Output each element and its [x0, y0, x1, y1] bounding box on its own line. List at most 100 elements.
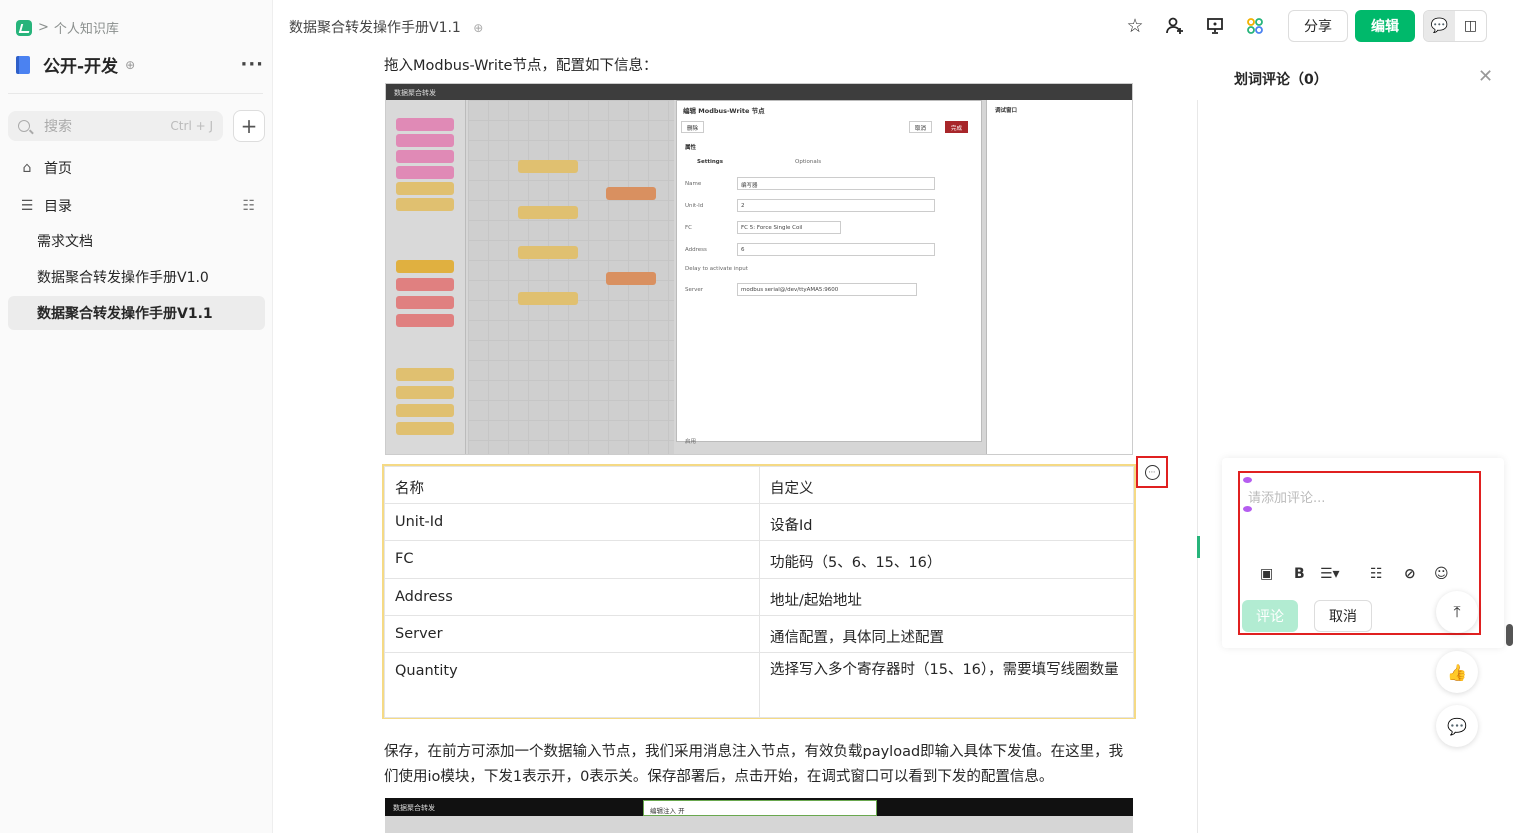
doc-item[interactable]: 数据聚合转发操作手册V1.0	[8, 260, 265, 294]
book-header: 公开-开发 ⊕ ···	[16, 52, 264, 77]
screenshot-debug-panel: 调试窗口	[986, 100, 1132, 454]
sidebar-item-home[interactable]: ⌂ 首页	[8, 151, 265, 185]
add-user-icon[interactable]	[1163, 14, 1187, 38]
ordered-list-icon[interactable]: ☰▾	[1320, 566, 1340, 582]
present-svg	[1207, 18, 1223, 34]
inline-comment-button[interactable]: ⋯	[1136, 456, 1168, 488]
table-cell[interactable]: 设备Id	[759, 503, 1134, 541]
comment-icon[interactable]: 💬	[1436, 705, 1478, 747]
submit-comment-button[interactable]: 评论	[1242, 600, 1298, 632]
intro-paragraph: 拖入Modbus-Write节点，配置如下信息：	[384, 58, 658, 74]
cursor-marker-icon	[1243, 506, 1252, 512]
dialog-cancel-button: 取消	[909, 121, 933, 133]
palette-node	[396, 368, 454, 381]
palette-node	[396, 118, 454, 131]
sidebar-item-toc[interactable]: ☰ 目录 ☷	[8, 189, 265, 223]
palette-node	[396, 404, 454, 417]
app-logo-icon	[16, 19, 32, 36]
add-user-svg	[1166, 17, 1183, 34]
like-icon[interactable]: 👍	[1436, 651, 1478, 693]
edit-button[interactable]: 编辑	[1355, 10, 1415, 42]
field-value: modbus serial@/dev/ttyAMA5:9600	[737, 283, 917, 296]
comment-anchor-marker	[1197, 536, 1200, 558]
emoji-icon[interactable]: ☺	[1434, 566, 1449, 582]
table-cell[interactable]: 名称	[384, 466, 760, 504]
comment-toggle-icon[interactable]: 💬	[1424, 11, 1455, 41]
layout-toggle-icon[interactable]: ◫	[1455, 11, 1486, 41]
public-globe-icon: ⊕	[473, 21, 484, 35]
comment-input[interactable]: 请添加评论...	[1248, 487, 1325, 506]
field-value: 6	[737, 243, 935, 256]
palette-node	[396, 386, 454, 399]
table-row: FC 功能码（5、6、15、16）	[384, 540, 1134, 579]
table-cell[interactable]: FC	[384, 540, 760, 579]
flow-node	[518, 246, 578, 259]
table-row: Server 通信配置，具体同上述配置	[384, 615, 1134, 653]
scrollbar-thumb[interactable]	[1506, 624, 1513, 646]
comment-panel-title: 划词评论（0）	[1234, 72, 1328, 88]
cancel-comment-button[interactable]: 取消	[1314, 600, 1372, 632]
book-more-button[interactable]: ···	[240, 54, 264, 75]
book-icon	[16, 55, 30, 74]
bold-icon[interactable]: B	[1294, 566, 1305, 582]
dialog-enabled-toggle: 启用	[685, 439, 697, 445]
sidebar-divider	[8, 93, 263, 94]
search-icon	[18, 120, 30, 132]
field-value: 2	[737, 199, 935, 212]
table-cell[interactable]: Address	[384, 578, 760, 616]
search-input[interactable]: 搜索 Ctrl + J	[8, 111, 223, 141]
doc-item-active[interactable]: 数据聚合转发操作手册V1.1	[8, 296, 265, 330]
dialog-props-label: 属性	[685, 145, 697, 151]
public-globe-icon: ⊕	[125, 57, 136, 72]
table-cell[interactable]: Server	[384, 615, 760, 653]
dialog-tab-optionals: Optionals	[795, 159, 822, 165]
apps-icon[interactable]	[1243, 14, 1267, 38]
toc-settings-icon[interactable]: ☷	[242, 198, 255, 214]
screenshot-window-title: 数据聚合转发	[386, 84, 1132, 100]
breadcrumb-label[interactable]: 个人知识库	[54, 18, 119, 37]
toc-icon: ☰	[20, 198, 34, 214]
palette-node	[396, 198, 454, 211]
flow-node	[518, 206, 578, 219]
config-table-highlight: 名称 自定义 Unit-Id 设备Id FC 功能码（5、6、15、16） Ad…	[382, 464, 1136, 719]
doc-content: 拖入Modbus-Write节点，配置如下信息： 数据聚合转发 编辑 Modbu…	[273, 52, 1200, 833]
palette-node	[396, 182, 454, 195]
book-title[interactable]: 公开-开发	[43, 52, 118, 77]
table-cell[interactable]: 选择写入多个寄存器时（15、16），需要填写线圈数量	[759, 652, 1134, 718]
palette-node	[396, 314, 454, 327]
field-value: 编写器	[737, 177, 935, 190]
present-icon[interactable]	[1203, 14, 1227, 38]
star-icon[interactable]: ☆	[1123, 14, 1147, 38]
share-button[interactable]: 分享	[1288, 10, 1348, 42]
screenshot-flow-canvas	[468, 100, 674, 454]
screenshot-annotation: 编辑注入 开	[643, 800, 877, 816]
image-icon[interactable]: ▣	[1260, 566, 1273, 582]
palette-node	[396, 422, 454, 435]
flow-node	[518, 160, 578, 173]
embedded-screenshot-2: 数据聚合转发 编辑注入 开	[385, 798, 1133, 833]
back-to-top-icon[interactable]: ⤒	[1436, 591, 1478, 633]
table-cell[interactable]: 通信配置，具体同上述配置	[759, 615, 1134, 653]
doc-item[interactable]: 需求文档	[8, 224, 265, 258]
breadcrumb-separator: >	[38, 20, 49, 35]
table-row: Unit-Id 设备Id	[384, 503, 1134, 541]
screenshot-edit-dialog: 编辑 Modbus-Write 节点 删除 取消 完成 属性 Settings …	[676, 100, 982, 445]
table-row: 名称 自定义	[384, 466, 1134, 504]
table-cell[interactable]: 自定义	[759, 466, 1134, 504]
comment-icon: ⋯	[1144, 464, 1160, 480]
bullet-list-icon[interactable]: ☷	[1370, 566, 1383, 582]
table-cell[interactable]: Unit-Id	[384, 503, 760, 541]
table-cell[interactable]: 地址/起始地址	[759, 578, 1134, 616]
add-button[interactable]: +	[233, 110, 265, 142]
palette-node	[396, 296, 454, 309]
home-icon: ⌂	[22, 160, 32, 176]
table-cell[interactable]: Quantity	[384, 652, 760, 718]
apps-svg	[1247, 18, 1263, 34]
screenshot-palette	[386, 100, 466, 454]
link-icon[interactable]: ⊘	[1404, 566, 1416, 582]
dialog-title: 编辑 Modbus-Write 节点	[683, 107, 765, 115]
breadcrumb[interactable]: > 个人知识库	[16, 18, 119, 37]
table-cell[interactable]: 功能码（5、6、15、16）	[759, 540, 1134, 579]
search-shortcut: Ctrl + J	[170, 119, 213, 133]
close-icon[interactable]: ✕	[1478, 66, 1493, 87]
